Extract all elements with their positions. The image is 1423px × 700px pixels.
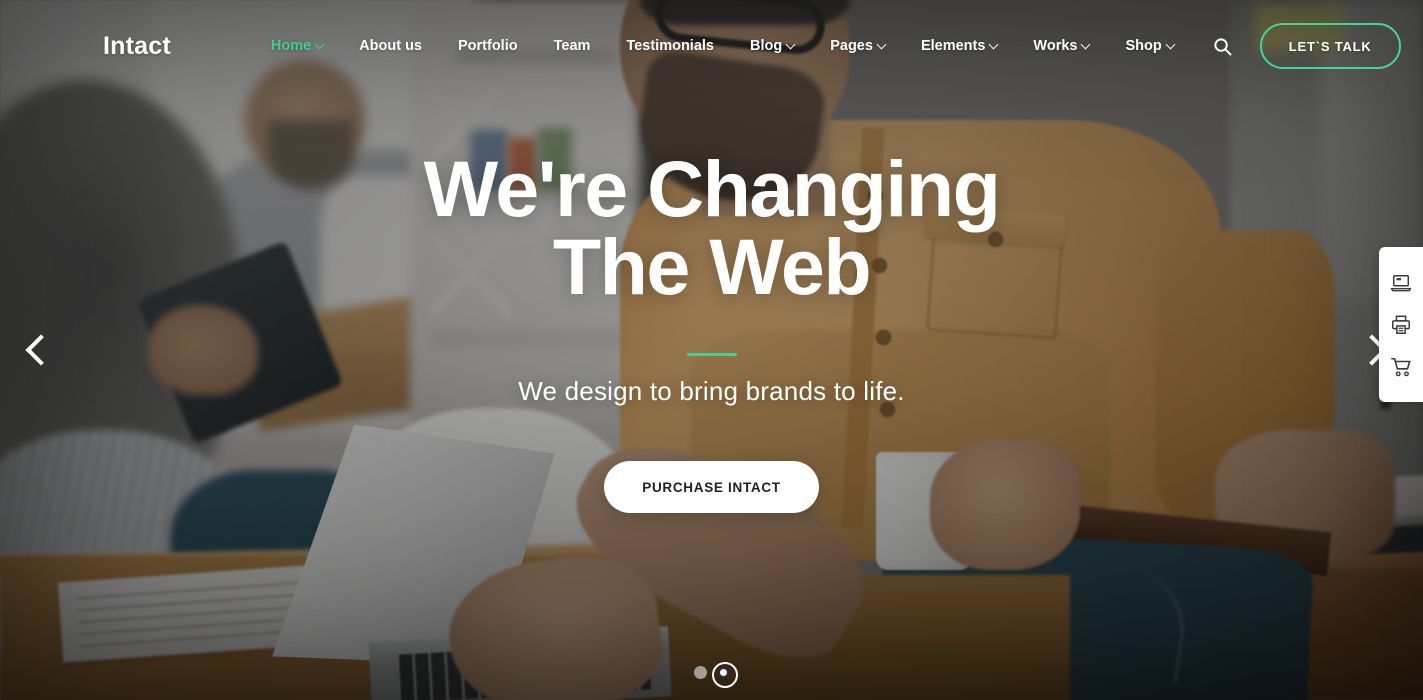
- chevron-left-icon: [25, 334, 57, 366]
- logo[interactable]: Intact: [103, 33, 171, 59]
- search-icon[interactable]: [1206, 29, 1240, 63]
- carousel-dot-2[interactable]: [712, 661, 738, 688]
- printer-icon[interactable]: [1379, 304, 1423, 346]
- nav-item-pages[interactable]: Pages: [812, 38, 903, 54]
- chevron-down-icon: [876, 39, 887, 49]
- main-navigation: Home About us Portfolio Team Testimonial…: [253, 38, 1192, 54]
- hero-divider: [686, 353, 737, 357]
- nav-item-testimonials[interactable]: Testimonials: [608, 38, 732, 54]
- nav-item-works[interactable]: Works: [1015, 38, 1107, 54]
- nav-label: Testimonials: [626, 38, 714, 54]
- nav-label: Elements: [920, 38, 986, 54]
- hero-title-line-2: The Web: [552, 222, 872, 312]
- nav-label: Works: [1033, 38, 1078, 54]
- nav-label: Team: [553, 38, 591, 54]
- nav-item-portfolio[interactable]: Portfolio: [440, 38, 536, 54]
- hero-subtitle: We design to bring brands to life.: [518, 376, 905, 407]
- laptop-icon[interactable]: [1379, 262, 1423, 304]
- chevron-down-icon: [988, 39, 999, 49]
- nav-label: Pages: [830, 38, 873, 54]
- carousel-dots: [0, 661, 1423, 688]
- lets-talk-button[interactable]: LET`S TALK: [1259, 23, 1401, 69]
- hero-title-line-1: We're Changing: [423, 144, 1001, 233]
- carousel-dot-1[interactable]: [693, 666, 707, 679]
- nav-label: Shop: [1125, 38, 1162, 54]
- side-panel: [1379, 247, 1423, 402]
- chevron-down-icon: [785, 39, 796, 49]
- chevron-down-icon: [314, 39, 325, 49]
- chevron-down-icon: [1081, 39, 1091, 49]
- nav-item-about-us[interactable]: About us: [341, 38, 440, 54]
- nav-item-blog[interactable]: Blog: [732, 38, 812, 54]
- purchase-intact-button[interactable]: PURCHASE INTACT: [604, 461, 819, 514]
- nav-item-elements[interactable]: Elements: [903, 38, 1015, 54]
- hero-content: We're Changing The Web We design to brin…: [0, 144, 1423, 514]
- shopping-cart-icon[interactable]: [1379, 346, 1423, 388]
- nav-label: Blog: [749, 38, 783, 54]
- nav-label: About us: [359, 38, 422, 54]
- nav-label: Home: [270, 38, 312, 54]
- carousel-prev-button[interactable]: [18, 322, 64, 378]
- nav-item-shop[interactable]: Shop: [1107, 38, 1191, 54]
- nav-label: Portfolio: [458, 38, 518, 54]
- hero-slider-page: Intact Home About us Portfolio Team Test…: [0, 0, 1423, 700]
- hero-title: We're Changing The Web: [423, 144, 1001, 312]
- chevron-down-icon: [1165, 39, 1176, 49]
- site-header: Intact Home About us Portfolio Team Test…: [0, 0, 1423, 92]
- nav-item-team[interactable]: Team: [536, 38, 609, 54]
- nav-item-home[interactable]: Home: [253, 38, 341, 54]
